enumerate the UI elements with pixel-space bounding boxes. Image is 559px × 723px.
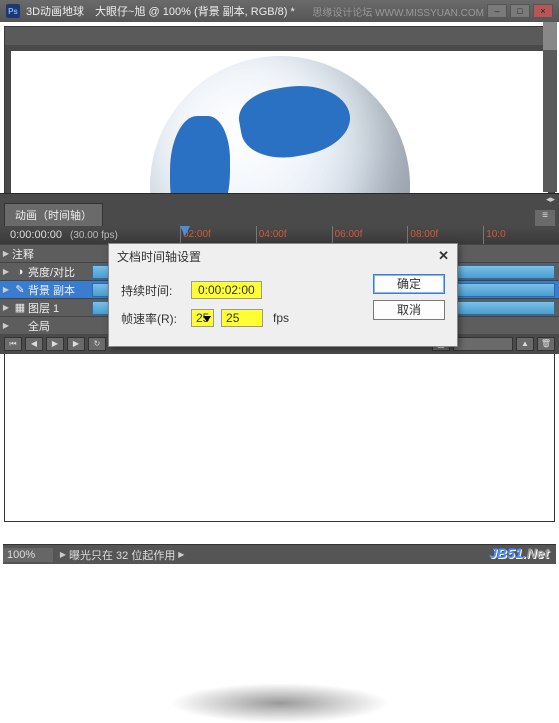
ruler-tick: 08:00f [407, 226, 483, 244]
ruler-tick: 02:00f [180, 226, 256, 244]
layer-label: 图层 1 [28, 300, 88, 316]
layer-label: 亮度/对比 [28, 264, 88, 280]
cancel-button[interactable]: 取消 [373, 300, 445, 320]
close-button[interactable]: × [533, 4, 553, 18]
next-frame-button[interactable]: ▶ [67, 337, 85, 351]
disclosure-icon[interactable]: ▶ [0, 321, 12, 330]
disclosure-icon[interactable]: ▶ [0, 285, 12, 294]
dialog-title-text: 文档时间轴设置 [117, 248, 201, 265]
framerate-input[interactable]: 25 [221, 309, 263, 327]
ruler-tick: 04:00f [256, 226, 332, 244]
prev-frame-button[interactable]: ◀ [25, 337, 43, 351]
playhead[interactable] [180, 226, 190, 244]
window-titlebar: Ps 3D动画地球 大眼仔~旭 @ 100% (背景 副本, RGB/8) * … [0, 0, 559, 22]
fps-unit-label: fps [273, 311, 289, 325]
statusbar-menu-icon[interactable]: ▶ [57, 550, 69, 559]
dialog-body: 持续时间: 0:00:02:00 帧速率(R): 25 25 fps 确定 取消 [109, 268, 457, 346]
brush-icon[interactable]: ✎ [12, 283, 28, 296]
current-time[interactable]: 0:00:00:00 [10, 229, 62, 241]
statusbar-chevron-icon[interactable]: ▶ [175, 550, 187, 559]
vertical-scrollbar[interactable] [543, 22, 557, 192]
layer-label: 全局 [28, 318, 88, 334]
fps-label: (30.00 fps) [70, 230, 118, 241]
app-icon: Ps [6, 4, 20, 18]
dialog-close-button[interactable]: ✕ [438, 248, 449, 264]
framerate-label: 帧速率(R): [121, 310, 191, 327]
duration-input[interactable]: 0:00:02:00 [191, 281, 262, 299]
timeline-settings-dialog: 文档时间轴设置 ✕ 持续时间: 0:00:02:00 帧速率(R): 25 25… [108, 243, 458, 347]
layer-icon[interactable]: ▦ [12, 301, 28, 314]
framerate-select[interactable]: 25 [191, 309, 214, 327]
disclosure-icon[interactable]: ▶ [0, 249, 12, 258]
zoom-in-button[interactable]: ▲ [516, 337, 534, 351]
disclosure-icon[interactable]: ▶ [0, 303, 12, 312]
watermark-text: 思缘设计论坛 WWW.MISSYUAN.COM [312, 4, 484, 19]
panel-menu-button[interactable]: ≡ [535, 210, 555, 226]
time-ruler[interactable]: 0:00:00:00 (30.00 fps) 02:00f 04:00f 06:… [0, 226, 559, 244]
disclosure-icon[interactable]: ▶ [0, 267, 12, 276]
layer-label: 背景 副本 [28, 282, 88, 298]
ruler-tick: 06:00f [332, 226, 408, 244]
maximize-button[interactable]: □ [510, 4, 530, 18]
loop-button[interactable]: ↻ [88, 337, 106, 351]
tab-animation-timeline[interactable]: 动画（时间轴） [4, 203, 103, 226]
ruler-tick: 10:0 [483, 226, 559, 244]
rewind-button[interactable]: ⏮ [4, 337, 22, 351]
ruler-marks[interactable]: 02:00f 04:00f 06:00f 08:00f 10:0 [180, 226, 559, 244]
play-button[interactable]: ▶ [46, 337, 64, 351]
window-title: 3D动画地球 大眼仔~旭 @ 100% (背景 副本, RGB/8) * [26, 3, 295, 19]
canvas-bottom[interactable] [4, 352, 555, 522]
zoom-field[interactable]: 100% [3, 548, 53, 562]
dialog-titlebar[interactable]: 文档时间轴设置 ✕ [109, 244, 457, 268]
layer-label: 注释 [12, 246, 72, 262]
continent-shape [234, 77, 354, 165]
lower-area [0, 348, 559, 526]
site-watermark: JB51.Net [489, 545, 549, 561]
status-bar: 100% ▶ 曝光只在 32 位起作用 ▶ [3, 544, 556, 564]
document-tab-strip [5, 27, 554, 45]
earth-shadow [170, 683, 390, 723]
status-info: 曝光只在 32 位起作用 [69, 547, 175, 563]
duration-label: 持续时间: [121, 282, 191, 299]
time-display: 0:00:00:00 (30.00 fps) [0, 229, 180, 241]
visibility-icon[interactable]: ◑ [12, 266, 28, 278]
ok-button[interactable]: 确定 [373, 274, 445, 294]
trash-button[interactable]: 🗑 [537, 337, 555, 351]
minimize-button[interactable]: – [487, 4, 507, 18]
panel-tab-strip: 动画（时间轴） ≡ [0, 204, 559, 226]
zoom-slider[interactable] [453, 337, 513, 351]
